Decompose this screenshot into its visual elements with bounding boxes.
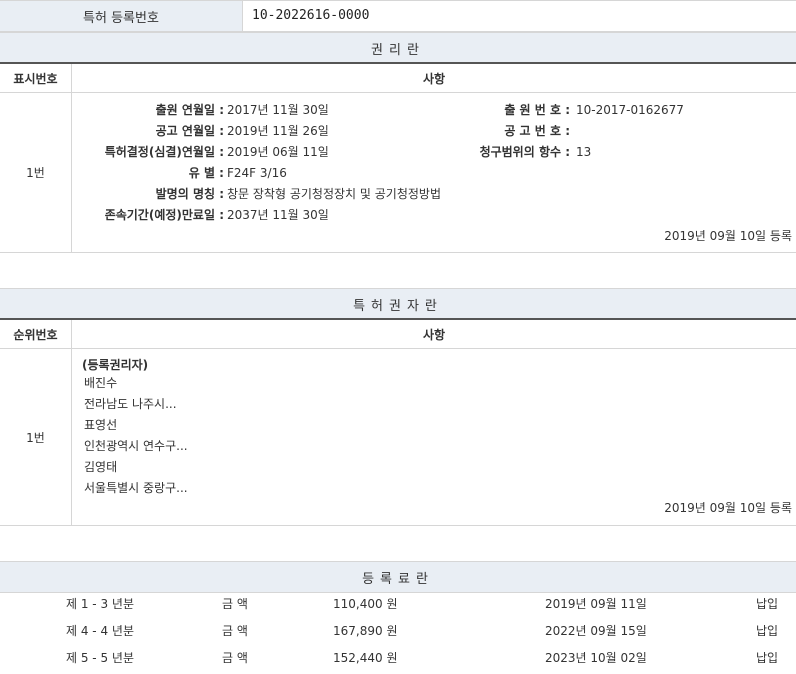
holders-table-header: 순위번호 사항: [0, 318, 796, 349]
claims-count-value: 13: [576, 145, 592, 159]
holder-address: 인천광역시 연수구...: [84, 439, 188, 453]
fee-paid-date: 2022년 09월 15일: [545, 624, 647, 638]
app-number-value: 10-2017-0162677: [576, 103, 684, 117]
registration-number: 10-2022616-0000: [252, 8, 370, 23]
holders-row-number: 1번: [0, 349, 72, 525]
holders-heading: (등록권리자): [82, 358, 149, 372]
fee-row: 제 4 - 4 년분 금 액 167,890 원 2022년 09월 15일 납…: [0, 618, 796, 644]
decision-date-label: 특허결정(심결)연월일 :: [104, 145, 224, 159]
fee-paid-date: 2023년 10월 02일: [545, 651, 647, 665]
pub-date-label: 공고 연월일 :: [155, 124, 224, 138]
classification-label: 유 별 :: [188, 166, 224, 180]
col-display-number: 표시번호: [0, 64, 72, 92]
fee-row: 제 5 - 5 년분 금 액 152,440 원 2023년 10월 02일 납…: [0, 645, 796, 671]
fee-row: 제 1 - 3 년분 금 액 110,400 원 2019년 09월 11일 납…: [0, 591, 796, 617]
fee-status: 납입: [756, 624, 779, 638]
fee-amount-label: 금 액: [222, 624, 248, 638]
fee-period: 제 1 - 3 년분: [66, 597, 134, 611]
fee-amount: 110,400 원: [333, 597, 398, 611]
fee-period: 제 5 - 5 년분: [66, 651, 134, 665]
app-date-value: 2017년 11월 30일: [227, 103, 329, 117]
pub-number-label: 공 고 번 호 :: [504, 124, 570, 138]
holders-registration-date: 2019년 09월 10일 등록: [664, 501, 792, 515]
field-invention-title: 발명의 명칭 : 창문 장착형 공기청정장치 및 공기청정방법: [72, 185, 532, 203]
registration-row: 특허 등록번호 10-2022616-0000: [0, 0, 796, 32]
holder-name: 김영태: [84, 460, 118, 474]
registration-label: 특허 등록번호: [0, 1, 243, 31]
holder-name: 표영선: [84, 418, 118, 432]
pub-date-value: 2019년 11월 26일: [227, 124, 329, 138]
fee-status: 납입: [756, 597, 779, 611]
fees-section-title: 등록료란: [0, 561, 796, 593]
field-pub-number: 공 고 번 호 :: [420, 122, 790, 140]
claims-count-label: 청구범위의 항수 :: [479, 145, 570, 159]
field-app-number: 출 원 번 호 : 10-2017-0162677: [420, 101, 790, 119]
invention-title-value: 창문 장착형 공기청정장치 및 공기청정방법: [227, 187, 441, 201]
holder-address: 전라남도 나주시...: [84, 397, 177, 411]
col-details: 사항: [422, 71, 446, 86]
col-rank-number: 순위번호: [0, 320, 72, 348]
fee-status: 납입: [756, 651, 779, 665]
fee-paid-date: 2019년 09월 11일: [545, 597, 647, 611]
rights-table-body: 1번 출원 연월일 : 2017년 11월 30일 공고 연월일 : 2019년…: [0, 93, 796, 253]
holders-section-title: 특허권자란: [0, 288, 796, 319]
field-expiry-date: 존속기간(예정)만료일 : 2037년 11월 30일: [72, 206, 532, 224]
fee-amount-label: 금 액: [222, 651, 248, 665]
field-claims-count: 청구범위의 항수 : 13: [420, 143, 790, 161]
decision-date-value: 2019년 06월 11일: [227, 145, 329, 159]
rights-table-header: 표시번호 사항: [0, 62, 796, 93]
fee-period: 제 4 - 4 년분: [66, 624, 134, 638]
col-details: 사항: [422, 327, 446, 342]
holder-address: 서울특별시 중랑구...: [84, 481, 188, 495]
fee-amount-label: 금 액: [222, 597, 248, 611]
invention-title-label: 발명의 명칭 :: [155, 187, 224, 201]
classification-value: F24F 3/16: [227, 166, 287, 180]
app-date-label: 출원 연월일 :: [155, 103, 224, 117]
expiry-date-label: 존속기간(예정)만료일 :: [104, 208, 224, 222]
rights-row-number: 1번: [0, 93, 72, 252]
holder-name: 배진수: [84, 376, 118, 390]
holders-table-body: 1번 (등록권리자) 배진수 전라남도 나주시... 표영선 인천광역시 연수구…: [0, 349, 796, 526]
app-number-label: 출 원 번 호 :: [504, 103, 570, 117]
expiry-date-value: 2037년 11월 30일: [227, 208, 329, 222]
rights-section-title: 권리란: [0, 32, 796, 63]
field-classification: 유 별 : F24F 3/16: [72, 164, 532, 182]
fee-amount: 167,890 원: [333, 624, 398, 638]
rights-registration-date: 2019년 09월 10일 등록: [664, 229, 792, 243]
fee-amount: 152,440 원: [333, 651, 398, 665]
